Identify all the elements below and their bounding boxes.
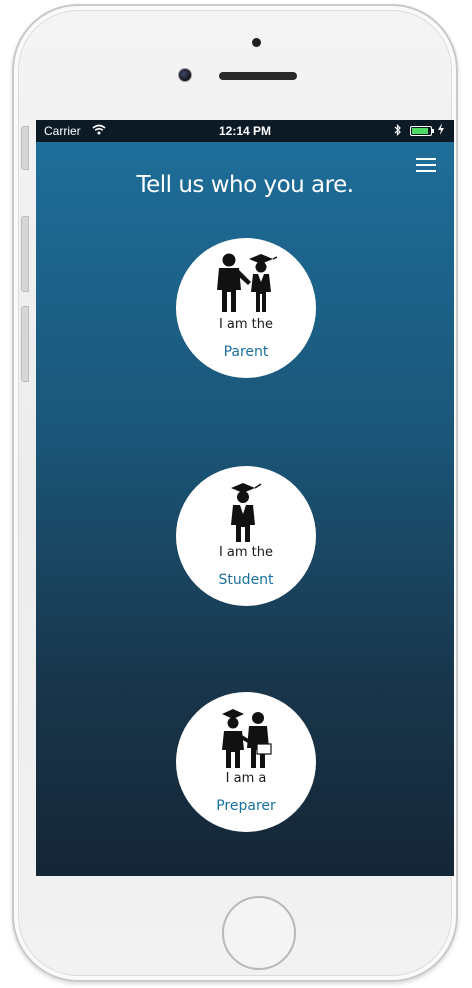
volume-up-button: [21, 216, 29, 292]
role-prefix-label: I am a: [225, 771, 267, 786]
charging-icon: [438, 123, 444, 138]
role-name-label: Student: [218, 572, 274, 588]
role-prefix-label: I am the: [218, 317, 274, 332]
proximity-sensor: [252, 38, 261, 47]
battery-tip: [432, 129, 434, 133]
earpiece-speaker: [219, 72, 297, 80]
status-time: 12:14 PM: [218, 124, 272, 138]
status-bar: Carrier 12:14 PM: [36, 120, 454, 142]
home-button[interactable]: [222, 896, 296, 970]
role-name-label: Parent: [223, 344, 269, 360]
bluetooth-icon: [394, 124, 402, 139]
role-option-parent[interactable]: I am the Parent: [176, 238, 316, 378]
student-graduate-figure-icon: [176, 480, 316, 542]
preparer-handshake-figures-icon: [176, 706, 316, 768]
battery-icon: [410, 126, 432, 136]
volume-down-button: [21, 306, 29, 382]
parent-student-figures-icon: [176, 252, 316, 314]
role-option-preparer[interactable]: I am a Preparer: [176, 692, 316, 832]
role-name-label: Preparer: [216, 798, 276, 814]
role-option-student[interactable]: I am the Student: [176, 466, 316, 606]
page-title: Tell us who you are.: [136, 172, 354, 198]
front-camera: [178, 68, 192, 82]
role-prefix-label: I am the: [218, 545, 274, 560]
app-screen: Carrier 12:14 PM Tell us who you are. I …: [36, 120, 454, 876]
mute-switch: [21, 126, 29, 170]
